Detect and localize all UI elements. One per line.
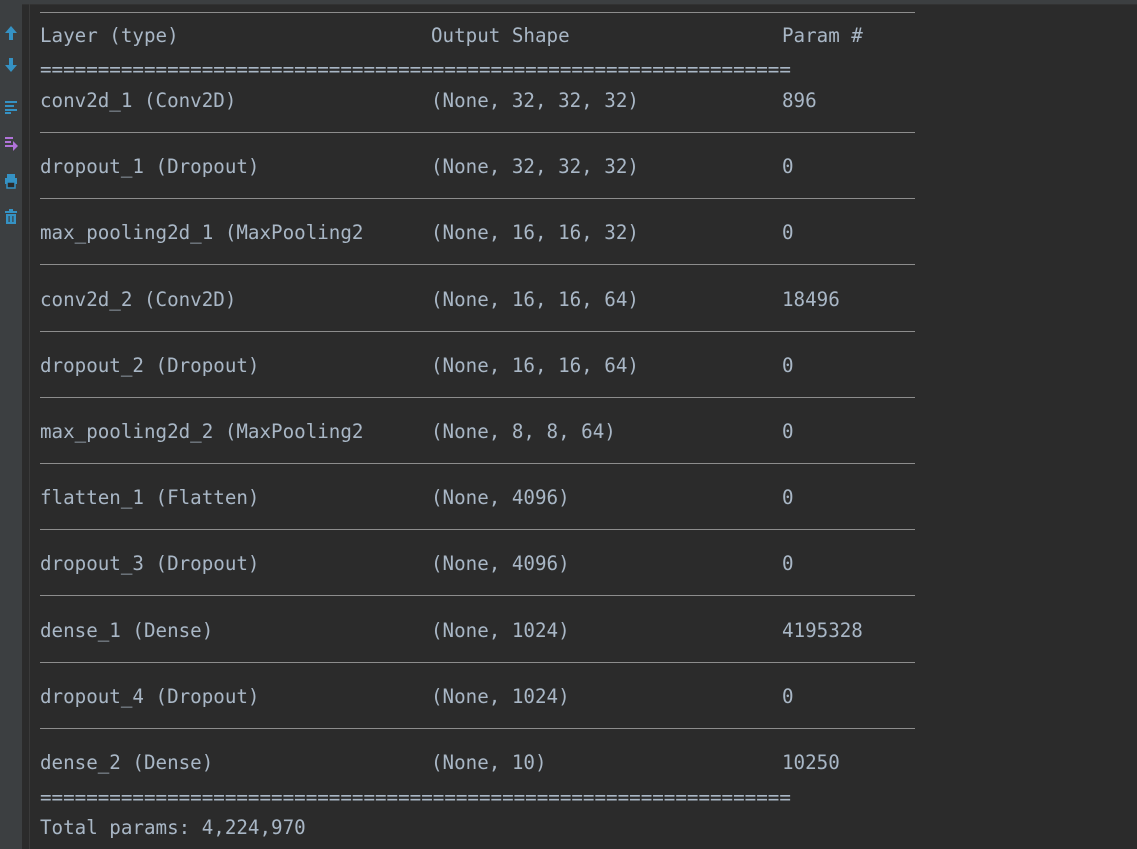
scroll-to-end-icon[interactable]: [0, 132, 22, 154]
rule-line: [40, 463, 915, 464]
output-shape: (None, 4096): [431, 552, 570, 575]
console-output: Layer (type) Output Shape Param # ======…: [40, 0, 920, 849]
total-params: Total params: 4,224,970: [40, 816, 306, 840]
rule-line: [40, 264, 915, 265]
param-count: 0: [782, 486, 794, 509]
rule-line: [40, 397, 915, 398]
output-shape: (None, 1024): [431, 685, 570, 708]
console-toolbar: [0, 4, 22, 849]
layer-name: dropout_3 (Dropout): [40, 552, 260, 575]
output-shape: (None, 16, 16, 32): [431, 221, 639, 244]
layer-name: dense_2 (Dense): [40, 751, 214, 774]
double-rule: ========================================…: [40, 58, 791, 81]
layer-name: max_pooling2d_2 (MaxPooling2: [40, 420, 364, 443]
gutter-divider: [29, 4, 30, 849]
trash-icon[interactable]: [0, 206, 22, 228]
param-count: 0: [782, 552, 794, 575]
total-params-text: Total params: 4,224,970: [40, 816, 306, 839]
output-shape: (None, 32, 32, 32): [431, 89, 639, 112]
param-count: 4195328: [782, 619, 863, 642]
param-count: 896: [782, 89, 817, 112]
output-shape: (None, 10): [431, 751, 547, 774]
header-layer: Layer (type): [40, 24, 179, 47]
soft-wrap-icon[interactable]: [0, 96, 22, 118]
output-shape: (None, 1024): [431, 619, 570, 642]
layer-name: dropout_4 (Dropout): [40, 685, 260, 708]
param-count: 0: [782, 420, 794, 443]
rule-line: [40, 198, 915, 199]
param-count: 0: [782, 221, 794, 244]
output-shape: (None, 32, 32, 32): [431, 155, 639, 178]
header-params: Param #: [782, 24, 863, 47]
layer-name: conv2d_1 (Conv2D): [40, 89, 237, 112]
layer-name: max_pooling2d_1 (MaxPooling2: [40, 221, 364, 244]
layer-name: dropout_2 (Dropout): [40, 354, 260, 377]
param-count: 18496: [782, 288, 840, 311]
layer-name: dense_1 (Dense): [40, 619, 214, 642]
layer-name: dropout_1 (Dropout): [40, 155, 260, 178]
summary-header: Layer (type) Output Shape Param #: [40, 24, 863, 48]
output-shape: (None, 16, 16, 64): [431, 288, 639, 311]
print-icon[interactable]: [0, 170, 22, 192]
rule-line: [40, 132, 915, 133]
rule-line: [40, 529, 915, 530]
rule-line: [40, 728, 915, 729]
param-count: 10250: [782, 751, 840, 774]
param-count: 0: [782, 354, 794, 377]
run-console-window: Layer (type) Output Shape Param # ======…: [0, 0, 1137, 849]
layer-name: flatten_1 (Flatten): [40, 486, 260, 509]
output-shape: (None, 16, 16, 64): [431, 354, 639, 377]
rule-line: [40, 595, 915, 596]
rule-line: [40, 12, 915, 13]
param-count: 0: [782, 155, 794, 178]
rule-line: [40, 662, 915, 663]
layer-name: conv2d_2 (Conv2D): [40, 288, 237, 311]
param-count: 0: [782, 685, 794, 708]
rule-line: [40, 331, 915, 332]
output-shape: (None, 4096): [431, 486, 570, 509]
output-shape: (None, 8, 8, 64): [431, 420, 616, 443]
arrow-up-icon[interactable]: [0, 22, 22, 44]
arrow-down-icon[interactable]: [0, 54, 22, 76]
header-shape: Output Shape: [431, 24, 570, 47]
double-rule-bottom: ========================================…: [40, 786, 791, 809]
